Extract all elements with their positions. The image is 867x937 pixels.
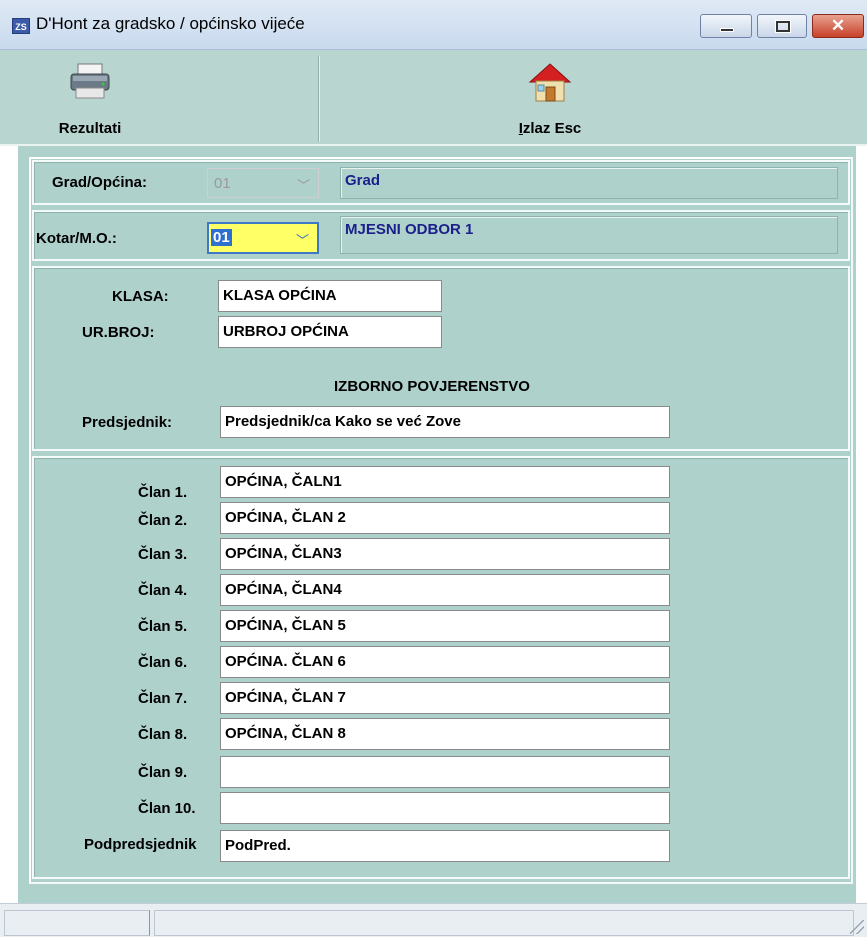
urbroj-field[interactable]: URBROJ OPĆINA [218,316,442,348]
results-button[interactable]: Rezultati [30,56,150,142]
committee-heading: IZBORNO POVJERENSTVO [334,378,530,395]
app-icon[interactable]: ZS [12,18,30,34]
exit-label: Izlaz Esc [470,120,630,137]
member-5-field[interactable]: OPĆINA, ČLAN 5 [220,610,670,642]
member-6-label: Član 6. [138,654,188,671]
member-4-field[interactable]: OPĆINA, ČLAN4 [220,574,670,606]
member-8-field[interactable]: OPĆINA, ČLAN 8 [220,718,670,750]
president-label: Predsjednik: [82,414,173,431]
member-9-field[interactable] [220,756,670,788]
kotar-select-value: 01 [211,229,232,246]
kotar-panel: Kotar/M.O.: 01 ﹀ MJESNI ODBOR 1 [32,210,850,261]
header-panel: KLASA: KLASA OPĆINA UR.BROJ: URBROJ OPĆI… [32,266,850,451]
member-7-field[interactable]: OPĆINA, ČLAN 7 [220,682,670,714]
resize-grip-icon[interactable] [850,920,864,934]
kotar-label: Kotar/M.O.: [36,230,117,247]
member-3-label: Član 3. [138,546,188,563]
president-field[interactable]: Predsjednik/ca Kako se već Zove [220,406,670,438]
grad-name-display: Grad [340,167,838,199]
member-2-label: Član 2. [138,512,188,529]
results-label: Rezultati [58,120,122,137]
member-3-field[interactable]: OPĆINA, ČLAN3 [220,538,670,570]
member-5-label: Član 5. [138,618,188,635]
minimize-button[interactable] [700,14,752,38]
member-9-label: Član 9. [138,764,188,781]
status-panel-right [154,910,854,936]
grad-panel: Grad/Općina: 01 ﹀ Grad [32,160,850,205]
close-button[interactable]: ✕ [812,14,864,38]
chevron-down-icon: ﹀ [295,233,309,248]
klasa-field[interactable]: KLASA OPĆINA [218,280,442,312]
members-panel: Član 1. OPĆINA, ČALN1 Član 2. OPĆINA, ČL… [32,456,850,879]
house-icon [528,63,572,102]
vice-president-label: Podpredsjednik [84,836,197,853]
vice-president-field[interactable]: PodPred. [220,830,670,862]
maximize-icon [775,20,791,33]
grad-select-value: 01 [214,175,231,192]
member-1-field[interactable]: OPĆINA, ČALN1 [220,466,670,498]
urbroj-label: UR.BROJ: [82,324,155,341]
title-bar[interactable]: ZS D'Hont za gradsko / općinsko vijeće ✕ [0,0,867,50]
member-2-field[interactable]: OPĆINA, ČLAN 2 [220,502,670,534]
kotar-select[interactable]: 01 ﹀ [207,222,319,254]
grad-label: Grad/Općina: [52,174,148,191]
chevron-down-icon: ﹀ [296,178,310,193]
member-7-label: Član 7. [138,690,188,707]
status-bar [0,903,867,937]
member-4-label: Član 4. [138,582,188,599]
member-10-field[interactable] [220,792,670,824]
window-title: D'Hont za gradsko / općinsko vijeće [36,14,305,33]
toolbar-separator [318,56,320,142]
klasa-label: KLASA: [112,288,169,305]
member-8-label: Član 8. [138,726,188,743]
member-6-field[interactable]: OPĆINA. ČLAN 6 [220,646,670,678]
kotar-name-display: MJESNI ODBOR 1 [340,216,838,254]
printer-icon [70,63,110,99]
close-icon: ✕ [830,16,846,35]
exit-button[interactable]: Izlaz Esc [470,56,630,142]
minimize-icon [720,28,734,32]
status-panel-left [4,910,150,936]
exit-label-text: zlaz Esc [522,120,582,137]
toolbar: Rezultati Izlaz Esc [0,50,867,146]
maximize-button[interactable] [757,14,807,38]
member-1-label: Član 1. [138,484,188,501]
member-10-label: Član 10. [138,800,196,817]
grad-select[interactable]: 01 ﹀ [207,168,319,198]
